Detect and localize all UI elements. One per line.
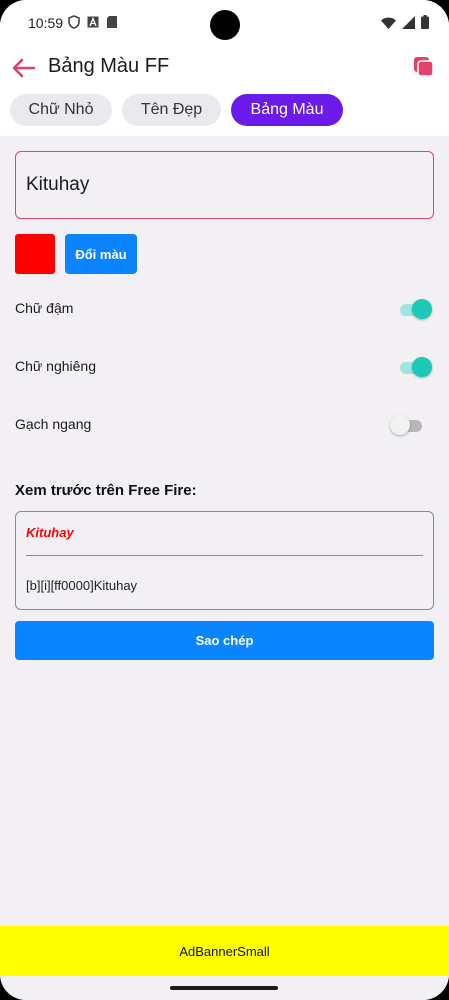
tab-bang-mau[interactable]: Bảng Màu	[231, 94, 343, 126]
preview-styled-text: Kituhay	[26, 525, 74, 540]
back-button[interactable]	[10, 54, 38, 82]
signal-icon	[402, 15, 415, 34]
app-bar: Bảng Màu FF	[0, 46, 449, 90]
tab-bar: Chữ Nhỏ Tên Đẹp Bảng Màu	[0, 90, 449, 136]
shield-icon	[68, 15, 80, 29]
front-camera	[210, 10, 240, 40]
a-box-icon	[87, 15, 99, 29]
italic-toggle[interactable]	[398, 355, 434, 379]
tab-chu-nho[interactable]: Chữ Nhỏ	[10, 94, 112, 126]
battery-icon	[421, 15, 429, 34]
bold-toggle[interactable]	[398, 297, 434, 321]
preview-divider	[26, 555, 423, 556]
copy-button[interactable]: Sao chép	[15, 621, 434, 660]
preview-code-text[interactable]: [b][i][ff0000]Kituhay	[26, 578, 137, 593]
color-swatch[interactable]	[15, 234, 55, 274]
italic-option-label: Chữ nghiêng	[15, 358, 96, 374]
text-input-field[interactable]: Kituhay	[15, 151, 434, 219]
gesture-nav-area	[0, 976, 449, 1000]
status-left-icons	[68, 15, 118, 29]
home-indicator[interactable]	[170, 986, 278, 990]
page-title: Bảng Màu FF	[48, 55, 170, 77]
preview-box: Kituhay [b][i][ff0000]Kituhay	[15, 511, 434, 610]
copy-icon	[414, 57, 434, 77]
bold-toggle-thumb	[412, 299, 432, 319]
tab-ten-dep[interactable]: Tên Đẹp	[122, 94, 221, 126]
text-input-value: Kituhay	[26, 174, 90, 195]
strikethrough-option-label: Gạch ngang	[15, 416, 92, 432]
sd-card-icon	[106, 15, 118, 29]
app-screen: 10:59 Bảng Màu FF Chữ Nhỏ Tên Đẹp Bảng M…	[0, 0, 449, 1000]
strikethrough-toggle[interactable]	[390, 413, 426, 437]
italic-toggle-thumb	[412, 357, 432, 377]
status-bar: 10:59	[0, 0, 449, 46]
strikethrough-toggle-thumb	[390, 415, 410, 435]
preview-heading: Xem trước trên Free Fire:	[15, 482, 197, 499]
status-time: 10:59	[28, 15, 64, 31]
copy-action-button[interactable]	[411, 54, 437, 80]
wifi-icon	[381, 16, 396, 34]
arrow-left-icon	[12, 58, 36, 78]
ad-banner[interactable]: AdBannerSmall	[0, 926, 449, 976]
change-color-button[interactable]: Đổi màu	[65, 234, 137, 274]
status-right-icons	[381, 15, 429, 34]
bold-option-label: Chữ đậm	[15, 300, 74, 316]
